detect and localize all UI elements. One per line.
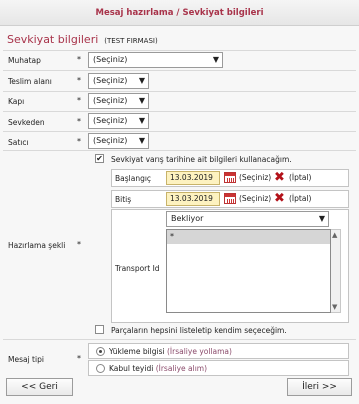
start-date-row: Başlangıç 13.03.2019 (Seçiniz) ✖ (İptal) xyxy=(111,169,349,187)
divider xyxy=(3,50,356,51)
end-date-cancel-link[interactable]: (İptal) xyxy=(289,194,311,203)
transport-id-label: Transport Id xyxy=(115,264,160,273)
divider xyxy=(3,91,356,92)
message-type-option-2-label: Kabul teyidi (İrsaliye alım) xyxy=(109,364,207,373)
required-marker: * xyxy=(77,240,81,249)
muhatap-label: Muhatap xyxy=(8,56,41,65)
cancel-x-icon[interactable]: ✖ xyxy=(274,191,285,207)
firm-name: (TEST FIRMASI) xyxy=(104,37,158,45)
sevkeden-select[interactable]: (Seçiniz) ▼ xyxy=(88,113,149,129)
required-marker: * xyxy=(77,96,81,105)
option-1-suffix: (İrsaliye yollama) xyxy=(166,347,232,356)
back-button[interactable]: << Geri xyxy=(6,378,73,396)
message-type-option-2[interactable]: Kabul teyidi (İrsaliye alım) xyxy=(88,360,349,376)
option-2-suffix: (İrsaliye alım) xyxy=(155,364,208,373)
teslim-alani-label: Teslim alanı xyxy=(8,77,52,86)
start-date-label: Başlangıç xyxy=(115,174,152,183)
required-marker: * xyxy=(77,117,81,126)
use-arrival-date-label: Sevkiyat varış tarihine ait bilgileri ku… xyxy=(111,155,292,164)
use-arrival-date-checkbox[interactable]: ✔ xyxy=(95,154,104,163)
kapi-select[interactable]: (Seçiniz) ▼ xyxy=(88,93,149,109)
hazirlama-sekli-label: Hazırlama şekli xyxy=(8,241,66,250)
transport-status-value: Bekliyor xyxy=(171,214,204,223)
select-all-parts-checkbox[interactable] xyxy=(95,325,104,334)
divider xyxy=(3,150,356,151)
page-heading: Sevkiyat bilgileri (TEST FIRMASI) xyxy=(7,33,158,46)
dropdown-arrow-icon: ▼ xyxy=(138,116,145,125)
required-marker: * xyxy=(77,76,81,85)
dropdown-arrow-icon: ▼ xyxy=(138,136,145,145)
transport-status-select[interactable]: Bekliyor ▼ xyxy=(166,211,329,227)
divider xyxy=(3,111,356,112)
teslim-alani-value: (Seçiniz) xyxy=(93,76,128,85)
dropdown-arrow-icon: ▼ xyxy=(212,55,219,64)
option-2-text: Kabul teyidi xyxy=(109,364,154,373)
divider xyxy=(3,339,356,340)
option-1-text: Yükleme bilgisi xyxy=(109,347,165,356)
select-all-parts-label: Parçaların hepsini listeletip kendim seç… xyxy=(111,326,287,335)
satici-value: (Seçiniz) xyxy=(93,136,128,145)
mesaj-tipi-label: Mesaj tipi xyxy=(8,355,44,364)
muhatap-value: (Seçiniz) xyxy=(93,55,128,64)
list-item[interactable]: * xyxy=(167,230,330,244)
next-button[interactable]: İleri >> xyxy=(287,378,352,396)
end-date-label: Bitiş xyxy=(115,195,132,204)
divider xyxy=(3,131,356,132)
end-date-row: Bitiş 13.03.2019 (Seçiniz) ✖ (İptal) xyxy=(111,190,349,208)
divider xyxy=(3,70,356,71)
required-marker: * xyxy=(77,354,81,363)
radio-selected[interactable] xyxy=(96,347,105,356)
message-type-option-1[interactable]: Yükleme bilgisi (İrsaliye yollama) xyxy=(88,343,349,359)
muhatap-select[interactable]: (Seçiniz) ▼ xyxy=(88,52,223,68)
end-date-select-link[interactable]: (Seçiniz) xyxy=(239,194,271,203)
kapi-value: (Seçiniz) xyxy=(93,96,128,105)
teslim-alani-select[interactable]: (Seçiniz) ▼ xyxy=(88,73,149,89)
start-date-input[interactable]: 13.03.2019 xyxy=(166,171,220,185)
sevkeden-value: (Seçiniz) xyxy=(93,116,128,125)
end-date-input[interactable]: 13.03.2019 xyxy=(166,192,220,206)
scroll-down-icon[interactable]: ▼ xyxy=(332,303,337,311)
page-title: Sevkiyat bilgileri xyxy=(7,33,99,46)
calendar-icon[interactable] xyxy=(224,172,236,183)
start-date-select-link[interactable]: (Seçiniz) xyxy=(239,173,271,182)
satici-select[interactable]: (Seçiniz) ▼ xyxy=(88,133,149,149)
required-marker: * xyxy=(77,137,81,146)
dropdown-arrow-icon: ▼ xyxy=(318,214,325,223)
window-title: Mesaj hazırlama / Sevkiyat bilgileri xyxy=(0,0,359,26)
dropdown-arrow-icon: ▼ xyxy=(138,96,145,105)
calendar-icon[interactable] xyxy=(224,193,236,204)
scroll-up-icon[interactable]: ▲ xyxy=(332,231,337,239)
transport-id-list[interactable]: * xyxy=(166,229,331,313)
sevkeden-label: Sevkeden xyxy=(8,118,45,127)
satici-label: Satıcı xyxy=(8,138,29,147)
kapi-label: Kapı xyxy=(8,97,25,106)
required-marker: * xyxy=(77,55,81,64)
message-type-option-1-label: Yükleme bilgisi (İrsaliye yollama) xyxy=(109,347,232,356)
cancel-x-icon[interactable]: ✖ xyxy=(274,170,285,186)
dropdown-arrow-icon: ▼ xyxy=(138,76,145,85)
radio-unselected[interactable] xyxy=(96,364,105,373)
start-date-cancel-link[interactable]: (İptal) xyxy=(289,173,311,182)
transport-list-scrollbar[interactable]: ▲ ▼ xyxy=(331,229,341,313)
